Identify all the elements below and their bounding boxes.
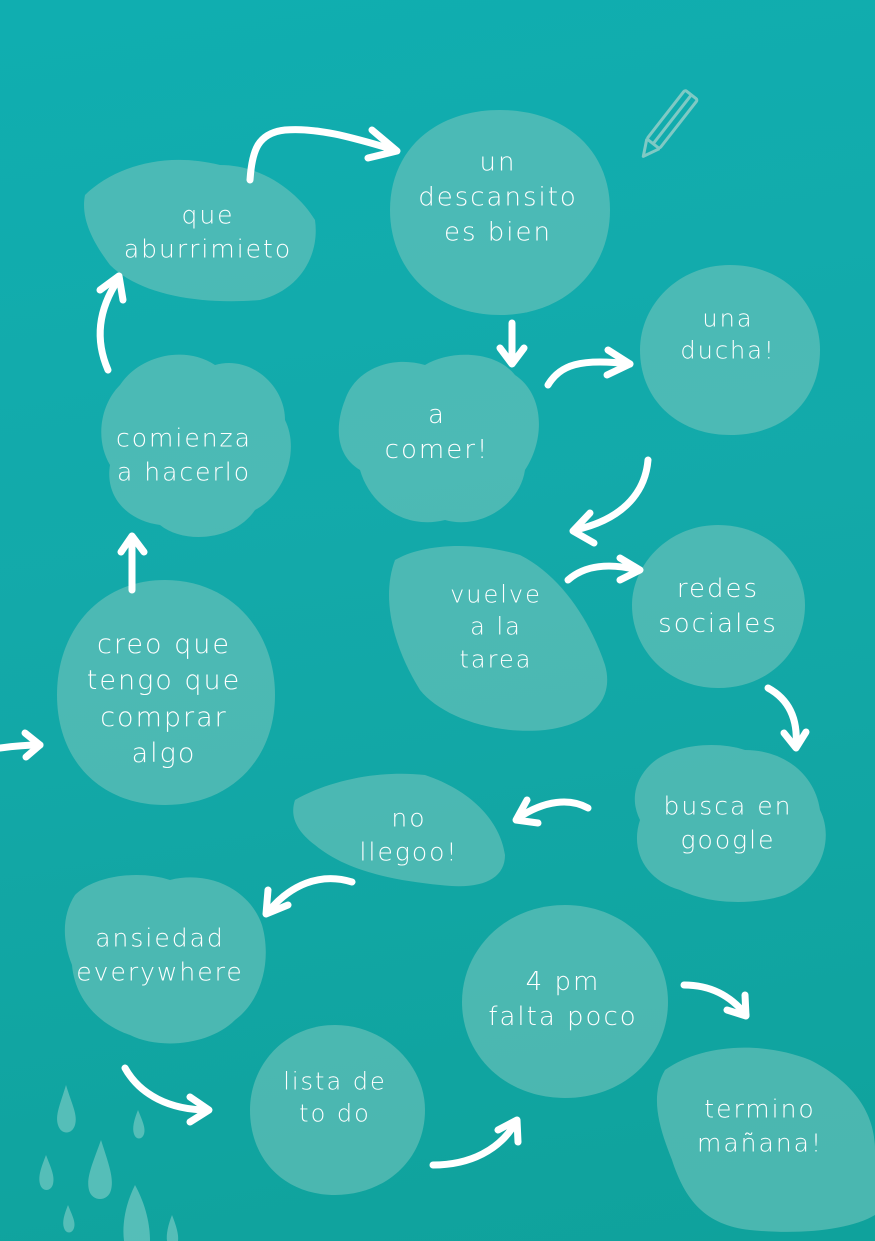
bubble-descansito: un descansito es bien [418,147,578,248]
bubble-busca: busca en google [663,791,793,854]
bubble-comer: a comer! [384,399,490,465]
bubble-ducha: una ducha! [680,304,776,365]
bubble-redes: redes sociales [658,573,778,639]
bubble-ansiedad: ansiedad everywhere [76,923,244,986]
bubble-no-llego: no llegoo! [359,803,459,866]
bubble-termino: termino mañana! [696,1094,824,1157]
bubble-vuelve: vuelve a la tarea [450,580,542,674]
bubble-creo: creo que tengo que comprar algo [86,629,242,770]
bubble-comienza: comienza a hacerlo [115,423,253,486]
bubble-cuatro-pm: 4 pm falta poco [488,966,638,1032]
bubble-lista: lista de to do [283,1067,387,1128]
arrow-comienza-to-aburrimiento [96,276,122,374]
pencil-icon [641,89,699,158]
bubble-que-aburrimiento: que aburrimieto [123,200,293,263]
raindrop-icon [39,1085,179,1241]
arrow-redes-to-busca [764,684,800,750]
